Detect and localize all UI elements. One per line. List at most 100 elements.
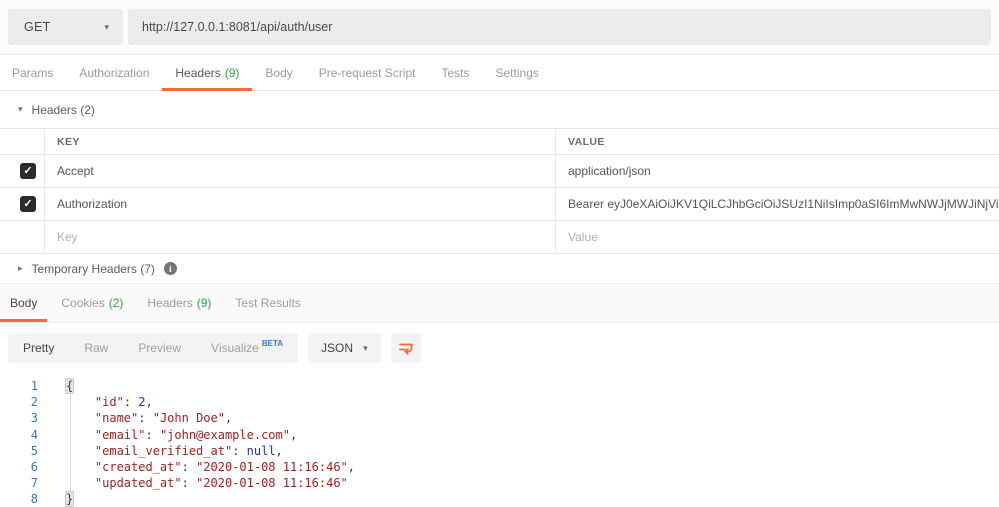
beta-badge: BETA [262,339,283,348]
header-value-cell[interactable]: Bearer eyJ0eXAiOiJKV1QiLCJhbGciOiJSUzI1N… [556,188,999,220]
response-body-editor[interactable]: 1{2 "id": 2,3 "name": "John Doe",4 "emai… [0,373,999,507]
headers-section-title: Headers (2) [32,103,95,117]
line-content: "created_at": "2020-01-08 11:16:46", [66,459,355,475]
checkbox-cell [0,221,45,253]
response-tab[interactable]: Body [10,284,37,322]
tab-count: (9) [197,296,212,310]
request-tab[interactable]: Authorization [79,55,149,90]
response-tabs: Body Cookies (2) Headers (9) Test Result… [0,284,999,323]
code-line: 1{ [0,378,999,394]
request-tab[interactable]: Pre-request Script [319,55,416,90]
line-number: 6 [0,459,38,475]
tab-count: (9) [225,66,240,80]
headers-section-toggle[interactable]: ▾ Headers (2) [0,91,999,128]
tab-label: Cookies [61,296,104,310]
checkbox-cell: ✓ [0,188,45,220]
wrap-lines-icon [398,340,414,356]
code-lines: 1{2 "id": 2,3 "name": "John Doe",4 "emai… [0,378,999,507]
response-tab[interactable]: Test Results [235,284,300,322]
request-tab[interactable]: Body [265,55,292,90]
code-line: 5 "email_verified_at": null, [0,443,999,459]
row-checkbox[interactable]: ✓ [20,163,36,179]
tab-label: Params [12,66,53,80]
value-column-header: VALUE [556,129,999,154]
method-select[interactable]: GET ▾ [8,9,123,45]
header-row: ✓ Authorization Bearer eyJ0eXAiOiJKV1QiL… [0,188,999,221]
code-line: 7 "updated_at": "2020-01-08 11:16:46" [0,475,999,491]
header-key-cell[interactable]: Authorization [45,188,556,220]
code-line: 6 "created_at": "2020-01-08 11:16:46", [0,459,999,475]
line-number: 4 [0,427,38,443]
tab-label: Pre-request Script [319,66,416,80]
header-row: ✓ Accept application/json [0,155,999,188]
line-content: } [66,491,73,507]
request-tab[interactable]: Settings [496,55,539,90]
header-value-cell[interactable]: application/json [556,155,999,187]
line-number: 3 [0,410,38,426]
headers-table-header: KEY VALUE [0,129,999,155]
row-checkbox[interactable]: ✓ [20,196,36,212]
chevron-down-icon: ▾ [363,343,368,354]
view-mode-switcher: Pretty Raw Preview Visualize BETA [8,333,298,363]
postman-request-view: GET ▾ http://127.0.0.1:8081/api/auth/use… [0,0,999,507]
value-placeholder-field[interactable]: Value [556,221,999,253]
check-icon: ✓ [23,166,32,177]
code-line: 3 "name": "John Doe", [0,410,999,426]
view-mode-tab[interactable]: Visualize BETA [196,333,298,363]
response-tab[interactable]: Cookies (2) [61,284,123,322]
request-tab[interactable]: Tests [441,55,469,90]
format-select[interactable]: JSON ▾ [308,333,381,363]
line-content: "name": "John Doe", [66,410,232,426]
tab-label: Test Results [235,296,300,310]
line-content: "email": "john@example.com", [66,427,297,443]
checkbox-cell: ✓ [0,155,45,187]
response-tab[interactable]: Headers (9) [147,284,211,322]
request-tab[interactable]: Headers (9) [175,55,239,90]
line-number: 1 [0,378,38,394]
key-column-header: KEY [45,129,556,154]
tab-label: Headers [175,66,220,80]
wrap-lines-button[interactable] [391,333,421,363]
triangle-down-icon: ▾ [18,104,23,115]
temporary-headers-title: Temporary Headers (7) [32,262,155,276]
line-content: { [66,378,73,394]
line-number: 2 [0,394,38,410]
tab-label: Body [265,66,292,80]
view-mode-label: Raw [84,341,108,355]
tab-label: Settings [496,66,539,80]
url-input[interactable]: http://127.0.0.1:8081/api/auth/user [128,9,991,45]
code-line: 2 "id": 2, [0,394,999,410]
headers-table: KEY VALUE ✓ Accept application/json [0,128,999,254]
view-mode-tab[interactable]: Pretty [8,333,69,363]
tab-label: Body [10,296,37,310]
view-mode-tab[interactable]: Preview [123,333,196,363]
tab-label: Authorization [79,66,149,80]
line-content: "updated_at": "2020-01-08 11:16:46" [66,475,348,491]
tab-label: Tests [441,66,469,80]
line-number: 8 [0,491,38,507]
view-mode-label: Preview [138,341,181,355]
checkbox-column-header [0,129,45,154]
headers-table-rows: ✓ Accept application/json ✓ Authorizatio… [0,155,999,221]
view-mode-label: Pretty [23,341,54,355]
header-key-cell[interactable]: Accept [45,155,556,187]
format-label: JSON [321,341,353,355]
line-number: 5 [0,443,38,459]
view-mode-label: Visualize [211,341,259,355]
url-bar: GET ▾ http://127.0.0.1:8081/api/auth/use… [0,0,999,55]
info-icon[interactable]: i [164,262,177,275]
method-label: GET [24,20,51,34]
request-tab[interactable]: Params [12,55,53,90]
response-view-bar: Pretty Raw Preview Visualize BETA [0,323,999,373]
view-mode-tab[interactable]: Raw [69,333,123,363]
temporary-headers-toggle[interactable]: ▸ Temporary Headers (7) i [0,254,999,284]
new-header-row: Key Value [0,221,999,254]
key-placeholder-field[interactable]: Key [45,221,556,253]
line-content: "email_verified_at": null, [66,443,283,459]
indent-guide [70,394,71,491]
tab-label: Headers [147,296,192,310]
line-content: "id": 2, [66,394,153,410]
request-tabs: Params Authorization Headers (9) Body Pr… [0,55,999,91]
line-number: 7 [0,475,38,491]
check-icon: ✓ [23,199,32,210]
